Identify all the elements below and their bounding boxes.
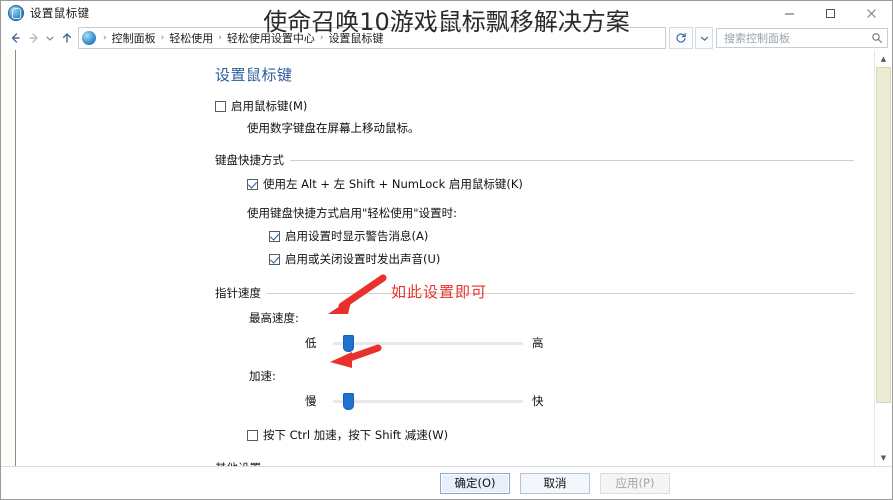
top-speed-label: 最高速度: <box>249 311 299 325</box>
control-panel-window: 设置鼠标键 › 控制面板 › 轻松使用 › 轻松使用设置中心 › 设置鼠标键 搜… <box>0 0 893 500</box>
ctrl-shift-checkbox[interactable] <box>247 430 258 441</box>
cancel-button[interactable]: 取消 <box>520 472 590 494</box>
shortcut-option-warning-checkbox[interactable] <box>269 231 280 242</box>
top-speed-slider-row[interactable]: 低 高 <box>305 332 854 354</box>
section-other-settings: 其他设置 <box>215 460 854 466</box>
section-divider <box>267 292 854 294</box>
shortcut-option-warning-label: 启用设置时显示警告消息(A) <box>285 229 429 243</box>
page-title: 设置鼠标键 <box>215 66 293 84</box>
section-other-settings-title: 其他设置 <box>215 460 267 466</box>
dialog-footer: 确定(O) 取消 应用(P) <box>1 466 892 499</box>
window-body: 设置鼠标键 启用鼠标键(M) 使用数字键盘在屏幕上移动鼠标。 键盘快捷方式 使用… <box>1 50 892 466</box>
acceleration-label: 加速: <box>249 369 276 383</box>
shortcut-toggle-checkbox[interactable] <box>247 179 258 190</box>
acceleration-slider-row[interactable]: 慢 快 <box>305 390 854 412</box>
section-divider <box>290 159 854 161</box>
overlay-headline: 使命召唤10游戏鼠标飘移解决方案 <box>263 8 630 36</box>
scroll-down-icon[interactable]: ▼ <box>875 449 892 466</box>
vertical-scrollbar[interactable]: ▲ ▼ <box>874 50 892 466</box>
acceleration-min-label: 慢 <box>305 394 317 408</box>
apply-button: 应用(P) <box>600 472 670 494</box>
acceleration-slider-track[interactable] <box>333 400 523 403</box>
enable-mousekeys-row[interactable]: 启用鼠标键(M) <box>215 99 854 114</box>
shortcut-sub-title: 使用键盘快捷方式启用"轻松使用"设置时: <box>247 206 457 220</box>
acceleration-slider[interactable] <box>333 391 523 411</box>
acceleration-max-label: 快 <box>532 394 544 408</box>
top-speed-slider[interactable] <box>333 333 523 353</box>
shortcut-toggle-label: 使用左 Alt + 左 Shift + NumLock 启用鼠标键(K) <box>263 177 523 191</box>
scrollbar-thumb[interactable] <box>876 67 891 403</box>
ctrl-shift-row[interactable]: 按下 Ctrl 加速，按下 Shift 减速(W) <box>247 428 854 443</box>
mouse-keys-form: 设置鼠标键 启用鼠标键(M) 使用数字键盘在屏幕上移动鼠标。 键盘快捷方式 使用… <box>16 50 874 466</box>
settings-content: 设置鼠标键 启用鼠标键(M) 使用数字键盘在屏幕上移动鼠标。 键盘快捷方式 使用… <box>16 50 874 466</box>
enable-mousekeys-label: 启用鼠标键(M) <box>231 99 308 113</box>
section-keyboard-shortcut-title: 键盘快捷方式 <box>215 153 284 167</box>
section-pointer-speed-title: 指针速度 <box>215 286 261 300</box>
shortcut-option-sound-checkbox[interactable] <box>269 254 280 265</box>
acceleration-slider-thumb[interactable] <box>343 393 354 410</box>
enable-mousekeys-description: 使用数字键盘在屏幕上移动鼠标。 <box>247 121 420 135</box>
top-speed-min-label: 低 <box>305 336 317 350</box>
shortcut-option-sound-row[interactable]: 启用或关闭设置时发出声音(U) <box>269 252 854 267</box>
top-speed-max-label: 高 <box>532 336 544 350</box>
annotation-note: 如此设置即可 <box>391 283 488 301</box>
shortcut-option-warning-row[interactable]: 启用设置时显示警告消息(A) <box>269 229 854 244</box>
shortcut-toggle-row[interactable]: 使用左 Alt + 左 Shift + NumLock 启用鼠标键(K) <box>247 177 854 192</box>
enable-mousekeys-checkbox[interactable] <box>215 101 226 112</box>
section-pointer-speed: 指针速度 <box>215 285 854 301</box>
section-keyboard-shortcut: 键盘快捷方式 <box>215 152 854 168</box>
top-speed-slider-thumb[interactable] <box>343 335 354 352</box>
scrollbar-track[interactable] <box>875 67 892 449</box>
ok-button[interactable]: 确定(O) <box>440 472 510 494</box>
top-speed-slider-track[interactable] <box>333 342 523 345</box>
left-margin <box>1 50 16 466</box>
ctrl-shift-label: 按下 Ctrl 加速，按下 Shift 减速(W) <box>263 428 449 442</box>
shortcut-option-sound-label: 启用或关闭设置时发出声音(U) <box>285 252 441 266</box>
scroll-up-icon[interactable]: ▲ <box>875 50 892 67</box>
